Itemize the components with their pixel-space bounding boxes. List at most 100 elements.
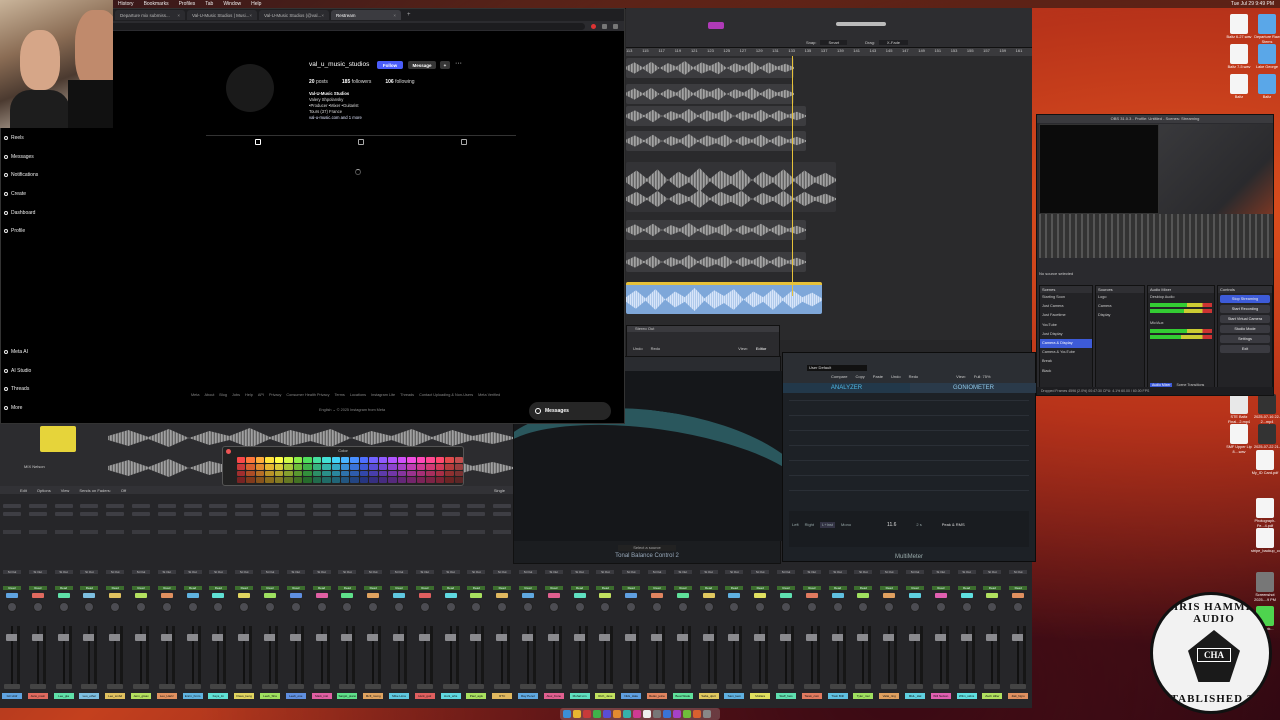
channel-name[interactable]: Muhal Lim bbox=[569, 693, 590, 699]
group-slot[interactable] bbox=[651, 593, 663, 598]
output-slot[interactable]: St Out bbox=[80, 570, 99, 574]
color-swatch[interactable] bbox=[369, 477, 378, 483]
channel-name[interactable]: Train Brill bbox=[827, 693, 848, 699]
color-swatch[interactable] bbox=[426, 457, 435, 463]
mute-solo-buttons[interactable] bbox=[365, 684, 382, 689]
automation-read[interactable]: Read bbox=[648, 586, 666, 590]
color-swatch[interactable] bbox=[359, 457, 369, 463]
group-slot[interactable] bbox=[1012, 593, 1025, 598]
automation-read[interactable]: Read bbox=[699, 586, 718, 590]
footer-link[interactable]: Jobs bbox=[232, 393, 240, 397]
close-icon[interactable]: × bbox=[249, 13, 252, 18]
pan-knob[interactable] bbox=[84, 602, 95, 612]
automation-read[interactable]: Read bbox=[132, 586, 150, 590]
pan-knob[interactable] bbox=[1013, 602, 1024, 612]
plugin-slot[interactable] bbox=[235, 512, 254, 516]
color-swatch[interactable] bbox=[322, 463, 331, 470]
color-swatch[interactable] bbox=[416, 463, 426, 470]
output-slot[interactable]: St Out bbox=[467, 570, 486, 574]
clock[interactable]: Tue Jul 29 9:49 PM bbox=[1231, 1, 1274, 7]
source-item[interactable]: Camera bbox=[1096, 302, 1144, 311]
output-slot[interactable]: St Out bbox=[725, 570, 744, 574]
mute-solo-buttons[interactable] bbox=[4, 684, 20, 689]
automation-read[interactable]: Read bbox=[54, 586, 73, 590]
channel-name[interactable]: Ray Perez bbox=[518, 693, 538, 699]
color-swatch[interactable] bbox=[246, 457, 255, 463]
mute-solo-buttons[interactable] bbox=[416, 684, 433, 689]
scene-item[interactable]: YouTube bbox=[1040, 321, 1092, 330]
undo-button[interactable]: Undo bbox=[891, 374, 901, 379]
plugin-slot[interactable] bbox=[338, 512, 357, 516]
automation-read[interactable]: Read bbox=[209, 586, 228, 590]
plugin-slot[interactable] bbox=[106, 512, 125, 516]
input-slot[interactable] bbox=[338, 530, 357, 534]
mute-solo-buttons[interactable] bbox=[442, 684, 459, 689]
automation-read[interactable]: Read bbox=[544, 586, 563, 590]
channel-name[interactable]: Relax_jetne bbox=[647, 693, 667, 699]
reels-icon[interactable] bbox=[357, 139, 364, 145]
group-slot[interactable] bbox=[625, 593, 638, 598]
plugin-slot[interactable] bbox=[28, 512, 47, 516]
color-swatch[interactable] bbox=[293, 457, 303, 463]
pan-knob[interactable] bbox=[32, 602, 43, 612]
channel-linst[interactable]: L+Inst bbox=[820, 522, 836, 528]
color-swatch[interactable] bbox=[312, 470, 322, 477]
nav-threads[interactable]: Threads bbox=[4, 386, 29, 392]
footer-link[interactable]: Instagram Lite bbox=[371, 393, 395, 397]
desktop-icon[interactable]: Baltz bbox=[1253, 74, 1280, 100]
color-swatch[interactable] bbox=[312, 477, 322, 483]
plugin-slot[interactable] bbox=[338, 504, 357, 508]
undo-button[interactable]: Undo bbox=[633, 346, 643, 351]
input-slot[interactable] bbox=[364, 530, 383, 534]
mute-solo-buttons[interactable] bbox=[81, 684, 98, 689]
pan-knob[interactable] bbox=[729, 602, 740, 612]
plugin-slot[interactable] bbox=[493, 504, 512, 508]
channel-name[interactable]: Rich_Jane bbox=[595, 693, 616, 699]
color-swatch[interactable] bbox=[284, 463, 293, 470]
menu-profiles[interactable]: Profiles bbox=[179, 1, 196, 7]
automation-read[interactable]: Read bbox=[828, 586, 847, 590]
automation-read[interactable]: Read bbox=[570, 586, 589, 590]
dock-app-icon[interactable] bbox=[563, 710, 571, 718]
editor-waveform[interactable] bbox=[108, 428, 513, 448]
output-slot[interactable]: St Out bbox=[28, 570, 47, 574]
mute-solo-buttons[interactable] bbox=[674, 684, 691, 689]
output-slot[interactable]: St Out bbox=[648, 570, 666, 574]
group-slot[interactable] bbox=[135, 593, 147, 598]
footer-link[interactable]: Locations bbox=[350, 393, 366, 397]
color-swatch[interactable] bbox=[293, 477, 303, 483]
channel-name[interactable]: Nick_Hale bbox=[621, 693, 642, 699]
desktop-icon[interactable]: STE Baltz Final...2.mp4 bbox=[1225, 394, 1253, 424]
output-slot[interactable]: St Out bbox=[673, 570, 692, 574]
automation-read[interactable]: Read bbox=[777, 586, 795, 590]
group-slot[interactable] bbox=[754, 593, 767, 598]
channel-name[interactable]: Jenn_gtsax bbox=[131, 693, 151, 699]
pan-knob[interactable] bbox=[161, 602, 172, 612]
group-slot[interactable] bbox=[160, 593, 173, 598]
source-select[interactable]: Select a source bbox=[618, 545, 676, 551]
color-swatch[interactable] bbox=[416, 470, 426, 477]
footer-link[interactable]: About bbox=[204, 393, 214, 397]
desktop-icon[interactable]: SMF Upper Lip 8....wav bbox=[1225, 424, 1253, 454]
plugin-slot[interactable] bbox=[390, 504, 408, 508]
automation-read[interactable]: Read bbox=[596, 586, 615, 590]
group-slot[interactable] bbox=[805, 593, 818, 598]
mute-solo-buttons[interactable] bbox=[958, 684, 975, 689]
color-swatch[interactable] bbox=[284, 470, 293, 477]
channel-name[interactable]: Leo_Hartz bbox=[156, 693, 177, 699]
automation-read[interactable]: Read bbox=[80, 586, 99, 590]
color-swatch[interactable] bbox=[237, 457, 246, 463]
color-swatch[interactable] bbox=[426, 477, 435, 483]
desktop-icon[interactable]: stripe_backup_code.txt bbox=[1251, 528, 1280, 554]
footer-link[interactable]: Consumer Health Privacy bbox=[286, 393, 329, 397]
audio-region[interactable] bbox=[626, 106, 806, 126]
level-mode[interactable]: Peak & RMS bbox=[942, 522, 965, 528]
channel-name[interactable]: Zach Hiller bbox=[982, 693, 1003, 699]
channel-name[interactable]: Leo_other bbox=[79, 693, 100, 699]
output-slot[interactable]: St Out bbox=[777, 570, 795, 574]
color-swatch[interactable] bbox=[445, 470, 454, 477]
color-swatch[interactable] bbox=[350, 463, 359, 470]
color-swatch[interactable] bbox=[378, 470, 388, 477]
output-slot[interactable]: St Out bbox=[209, 570, 228, 574]
dock-app-icon[interactable] bbox=[673, 710, 681, 718]
